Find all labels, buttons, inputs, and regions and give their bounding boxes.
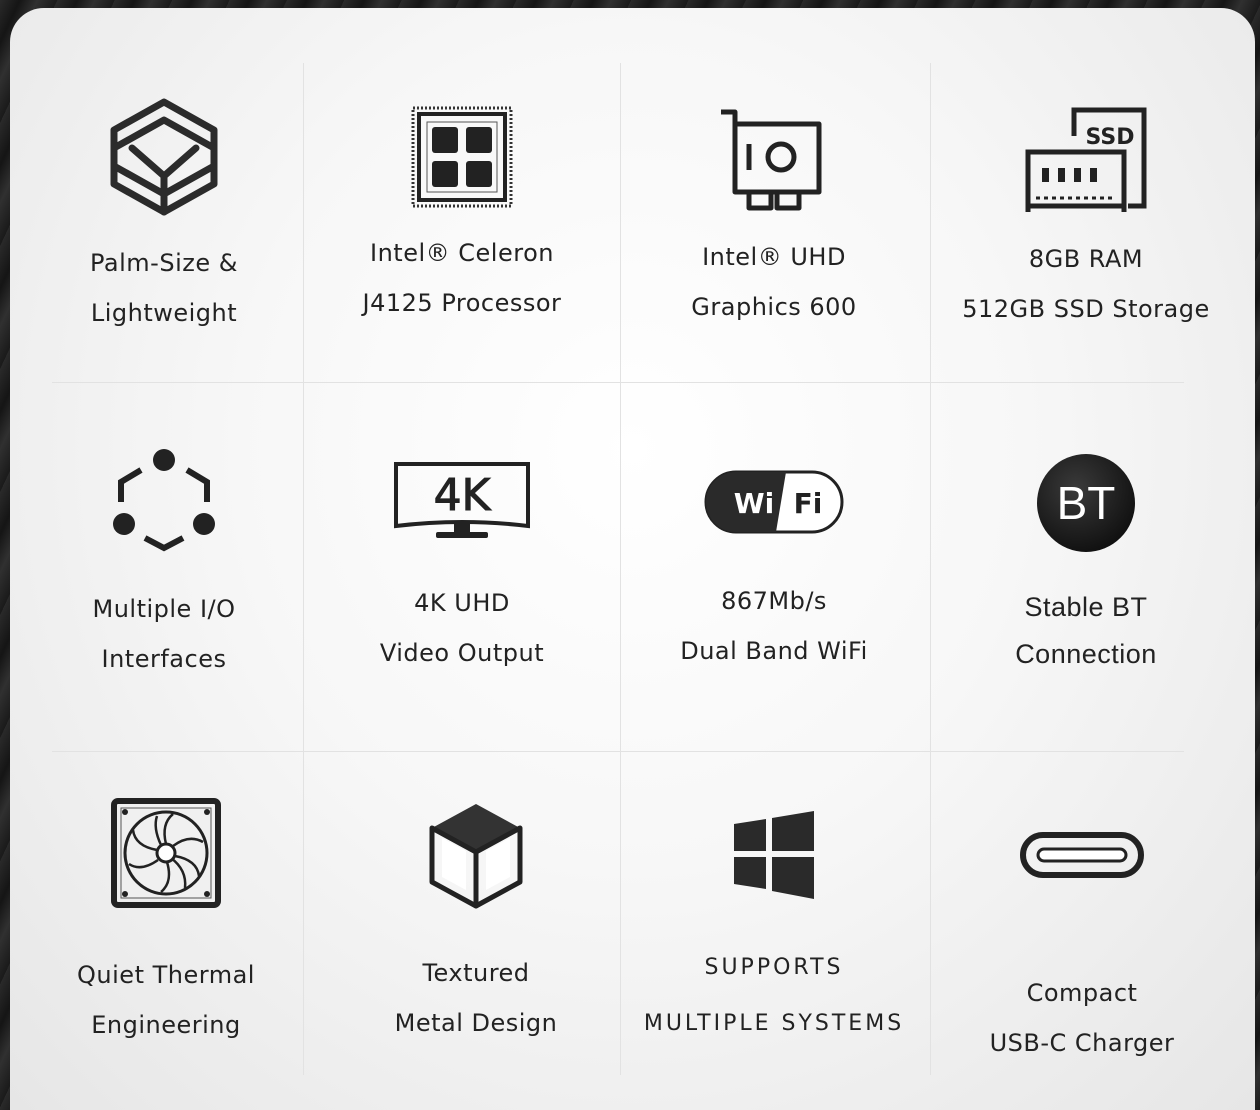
feature-subtitle: Lightweight xyxy=(90,299,238,327)
feature-bluetooth: BT Stable BT Connection xyxy=(936,454,1236,678)
bluetooth-badge-icon: BT xyxy=(1037,454,1135,552)
feature-subtitle: USB-C Charger xyxy=(989,1029,1175,1057)
windows-logo-icon xyxy=(734,811,814,899)
feature-title: Compact xyxy=(1026,979,1138,1007)
grid-divider xyxy=(52,382,1184,383)
wifi-left-label: Wi xyxy=(734,487,774,520)
usb-c-port-icon xyxy=(1020,832,1144,878)
feature-io: Multiple I/O Interfaces xyxy=(14,448,314,684)
feature-graphics: Intel® UHD Graphics 600 xyxy=(624,108,924,332)
feature-title: Multiple I/O xyxy=(92,595,236,623)
wifi-right-label: Fi xyxy=(794,487,823,520)
graphics-card-icon xyxy=(721,109,822,211)
feature-subtitle: Engineering xyxy=(91,1011,241,1039)
io-interfaces-icon xyxy=(113,449,215,552)
wifi-badge-icon: Wi Fi xyxy=(704,470,844,534)
feature-title: 8GB RAM xyxy=(1028,245,1144,273)
4k-monitor-icon: 4K xyxy=(394,462,530,538)
feature-subtitle: Connection xyxy=(1015,639,1157,669)
cpu-chip-icon xyxy=(411,106,513,208)
features-panel: Palm-Size & Lightweight Intel® Celeron J… xyxy=(10,8,1255,1110)
feature-palm-size: Palm-Size & Lightweight xyxy=(14,96,314,338)
4k-label: 4K xyxy=(434,470,492,521)
feature-subtitle: Dual Band WiFi xyxy=(680,637,868,665)
feature-subtitle: J4125 Processor xyxy=(362,289,562,317)
feature-usb-c: Compact USB-C Charger xyxy=(932,832,1232,1068)
feature-title: Palm-Size & xyxy=(90,249,238,277)
feature-title: Textured xyxy=(422,959,530,987)
ssd-label: SSD xyxy=(1086,125,1135,150)
cooling-fan-icon xyxy=(111,798,221,908)
feature-title: SUPPORTS xyxy=(704,955,844,980)
feature-title: Intel® UHD xyxy=(702,243,846,271)
feature-4k: 4K 4K UHD Video Output xyxy=(312,460,612,678)
feature-subtitle: MULTIPLE SYSTEMS xyxy=(643,1011,905,1036)
feature-subtitle: Graphics 600 xyxy=(691,293,857,321)
feature-processor: Intel® Celeron J4125 Processor xyxy=(312,102,612,328)
feature-title: Stable BT xyxy=(1024,592,1148,622)
feature-metal-design: Textured Metal Design xyxy=(326,800,626,1048)
ram-ssd-icon: SSD xyxy=(1025,107,1147,212)
feature-title: 4K UHD xyxy=(414,589,510,617)
feature-systems: SUPPORTS MULTIPLE SYSTEMS xyxy=(624,808,924,1052)
grid-divider xyxy=(930,63,931,1075)
feature-subtitle: Metal Design xyxy=(394,1009,558,1037)
feature-thermal: Quiet Thermal Engineering xyxy=(16,798,316,1050)
grid-divider xyxy=(52,751,1184,752)
palm-size-cube-icon xyxy=(110,98,218,216)
feature-subtitle: 512GB SSD Storage xyxy=(962,295,1210,323)
feature-title: Intel® Celeron xyxy=(370,239,554,267)
feature-wifi: Wi Fi 867Mb/s Dual Band WiFi xyxy=(624,470,924,676)
metal-cube-icon xyxy=(429,804,523,909)
feature-title: 867Mb/s xyxy=(721,587,827,615)
feature-memory-storage: SSD 8GB RAM 512GB SSD Storage xyxy=(936,106,1236,334)
feature-title: Quiet Thermal xyxy=(77,961,255,989)
feature-subtitle: Video Output xyxy=(379,639,545,667)
feature-subtitle: Interfaces xyxy=(101,645,227,673)
